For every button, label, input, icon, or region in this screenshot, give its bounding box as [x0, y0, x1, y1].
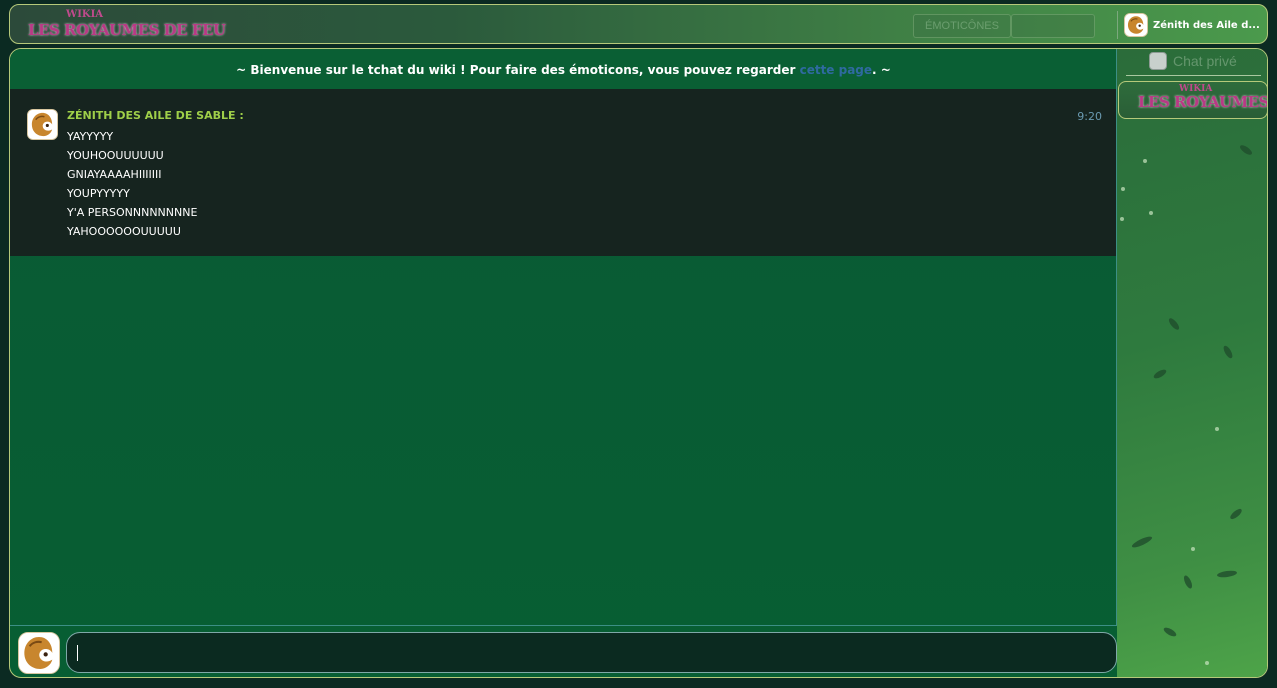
private-chat-header[interactable]: Chat privé	[1149, 51, 1237, 71]
user-avatar	[1124, 13, 1148, 37]
text-cursor	[77, 645, 78, 661]
dragon-avatar-icon	[19, 633, 59, 673]
message-line: Y'A PERSONNNNNNNNE	[67, 206, 198, 219]
current-user[interactable]: Zénith des Aile d...	[1124, 12, 1260, 38]
chat-bottom-divider	[10, 625, 1117, 626]
logo-wiki-name: LES ROYAUMES DE FEU	[28, 21, 226, 39]
room-name: LES ROYAUMES DE FEU	[1138, 93, 1268, 111]
welcome-text: ~ Bienvenue sur le tchat du wiki ! Pour …	[236, 63, 800, 77]
chat-divider	[1116, 49, 1117, 626]
input-user-avatar	[18, 632, 60, 674]
chat-panel: ~ Bienvenue sur le tchat du wiki ! Pour …	[9, 48, 1268, 678]
message-line: YAHOOOOOOUUUUU	[67, 225, 181, 238]
message-username[interactable]: ZÉNITH DES AILE DE SABLE :	[67, 109, 244, 122]
sidebar-divider	[1126, 75, 1261, 76]
dragon-avatar-icon	[1125, 14, 1147, 36]
wiki-logo[interactable]: WIKIA LES ROYAUMES DE FEU	[28, 9, 226, 41]
dragon-avatar-icon	[28, 110, 57, 139]
emoticons-button[interactable]: ÉMOTICÔNES	[913, 14, 1011, 38]
message-input[interactable]	[66, 632, 1117, 673]
private-chat-label: Chat privé	[1173, 53, 1237, 69]
user-name: Zénith des Aile d...	[1153, 19, 1260, 31]
top-header-bar: WIKIA LES ROYAUMES DE FEU ÉMOTICÔNES Zén…	[9, 4, 1268, 44]
message-line: YOUPYYYYY	[67, 187, 130, 200]
message-timestamp: 9:20	[1077, 110, 1102, 123]
header-divider	[1117, 11, 1118, 39]
header-button-2[interactable]	[1011, 14, 1095, 38]
message-line: YOUHOOUUUUUU	[67, 149, 164, 162]
message-line: GNIAYAAAAHIIIIIII	[67, 168, 162, 181]
welcome-banner: ~ Bienvenue sur le tchat du wiki ! Pour …	[10, 49, 1117, 89]
user-list-sidebar	[1117, 49, 1267, 677]
message-body: YAYYYYY YOUHOOUUUUUU GNIAYAAAAHIIIIIII Y…	[67, 127, 197, 241]
message-line: YAYYYYY	[67, 130, 114, 143]
private-chat-icon	[1149, 52, 1167, 70]
logo-wikia-text: WIKIA	[66, 9, 104, 20]
main-room-button[interactable]: WIKIA LES ROYAUMES DE FEU	[1118, 81, 1268, 119]
emoticons-page-link[interactable]: cette page	[800, 63, 872, 77]
chat-message: ZÉNITH DES AILE DE SABLE : 9:20 YAYYYYY …	[10, 89, 1117, 256]
welcome-suffix: . ~	[872, 63, 891, 77]
message-avatar[interactable]	[27, 109, 58, 140]
